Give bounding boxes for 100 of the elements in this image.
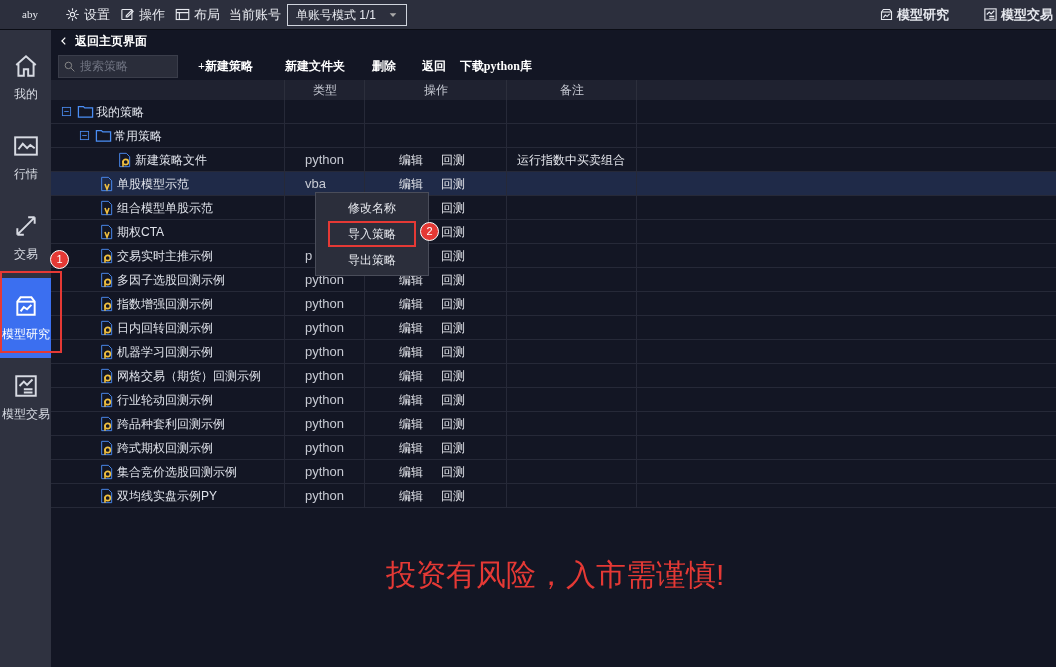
toolbar-button[interactable]: 下载python库 [459,57,532,75]
edit-link[interactable]: 编辑 [399,438,423,457]
type-cell-text: python [305,270,345,289]
type-cell-text: vba [305,174,326,193]
app-name: aby [21,7,39,23]
table-row[interactable]: 集合竞价选股回测示例 python 编辑 回测 [51,460,1056,484]
file-icon [99,486,115,505]
sidebar-item[interactable]: 行情 [0,118,51,198]
menu-button[interactable]: 设置 [60,4,115,25]
toolbar-button[interactable]: 返回 [421,57,446,75]
toolbar-button[interactable]: 删除 [371,57,396,75]
backtest-link[interactable]: 回测 [441,462,465,481]
file-icon [99,198,115,217]
file-icon [99,438,115,457]
backtest-link[interactable]: 回测 [441,294,465,313]
backtest-link[interactable]: 回测 [441,222,465,241]
edit-link[interactable]: 编辑 [399,390,423,409]
file-icon [99,462,115,481]
collapse-toggle[interactable] [59,104,73,119]
strategy-name: 单股模型示范 [117,175,189,193]
file-icon [99,318,115,337]
sidebar-item[interactable]: 我的 [0,38,51,118]
table-row[interactable]: 行业轮动回测示例 python 编辑 回测 [51,388,1056,412]
minus-box-icon [60,106,72,117]
menu-button[interactable]: 布局 [170,4,225,25]
gear-icon [65,7,80,22]
sidebar-item[interactable]: 交易 [0,198,51,278]
file-icon [99,414,115,433]
toolbar-button[interactable]: 新建文件夹 [284,57,345,75]
menu-item[interactable]: 导入策略 [328,221,416,247]
strategy-name: 日内回转回测示例 [117,319,213,337]
backtest-link[interactable]: 回测 [441,366,465,385]
toolbar-button[interactable]: +新建策略 [198,57,253,75]
table-row[interactable]: 跨式期权回测示例 python 编辑 回测 [51,436,1056,460]
backtest-link[interactable]: 回测 [441,438,465,457]
nav-tab[interactable]: 模型研究 [879,4,949,25]
menu-button[interactable]: 操作 [115,4,170,25]
edit-link[interactable]: 编辑 [399,486,423,505]
strategy-name: 我的策略 [96,103,144,121]
backtest-link[interactable]: 回测 [441,174,465,193]
layout-icon [175,7,190,22]
backtest-link[interactable]: 回测 [441,390,465,409]
table-row[interactable]: 单股模型示范 vba 编辑 回测 [51,172,1056,196]
backtest-link[interactable]: 回测 [441,246,465,265]
strategy-name: 期权CTA [117,223,165,241]
account-select[interactable]: 单账号模式 1/1 [287,3,407,26]
chart-list-icon [12,373,39,399]
type-cell-text: python [305,486,345,505]
edit-link[interactable]: 编辑 [399,414,423,433]
sidebar-item[interactable]: 模型交易 [0,358,51,438]
table-row[interactable]: 机器学习回测示例 python 编辑 回测 [51,340,1056,364]
edit-link[interactable]: 编辑 [399,150,423,169]
back-link[interactable]: 返回主页界面 [51,30,147,52]
type-cell-text: python [305,390,345,409]
table-row[interactable]: 日内回转回测示例 python 编辑 回测 [51,316,1056,340]
minus-box-icon [78,130,90,141]
search-input[interactable]: 搜索策略 [80,57,170,75]
type-cell-text: p [305,246,313,265]
strategy-name: 常用策略 [114,127,162,145]
strategy-name: 跨式期权回测示例 [117,439,213,457]
table-row[interactable]: 指数增强回测示例 python 编辑 回测 [51,292,1056,316]
strategy-name: 双均线实盘示例PY [117,487,217,505]
file-icon [99,222,115,241]
strategy-name: 机器学习回测示例 [117,343,213,361]
table-row[interactable]: 跨品种套利回测示例 python 编辑 回测 [51,412,1056,436]
strategy-name: 多因子选股回测示例 [117,271,225,289]
backtest-link[interactable]: 回测 [441,150,465,169]
edit-link[interactable]: 编辑 [399,342,423,361]
table-row[interactable]: 我的策略 [51,100,1056,124]
edit-link[interactable]: 编辑 [399,174,423,193]
menu-item[interactable]: 修改名称 [316,195,428,221]
nav-tab[interactable]: 模型交易 [983,4,1053,25]
chart-list-icon [983,7,998,22]
file-icon [99,246,115,265]
backtest-link[interactable]: 回测 [441,198,465,217]
search-field[interactable]: 搜索策略 [58,54,178,78]
edit-link[interactable]: 编辑 [399,318,423,337]
backtest-link[interactable]: 回测 [441,342,465,361]
collapse-toggle[interactable] [77,128,91,143]
strategy-name: 新建策略文件 [135,151,207,169]
search-icon [63,59,76,73]
table-row[interactable]: 网格交易（期货）回测示例 python 编辑 回测 [51,364,1056,388]
backtest-link[interactable]: 回测 [441,486,465,505]
strategy-name: 集合竞价选股回测示例 [117,463,237,481]
edit-link[interactable]: 编辑 [399,366,423,385]
edit-link[interactable]: 编辑 [399,294,423,313]
backtest-link[interactable]: 回测 [441,318,465,337]
edit-link[interactable]: 编辑 [399,462,423,481]
table-row[interactable]: 常用策略 [51,124,1056,148]
strategy-name: 组合模型单股示范 [117,199,213,217]
backtest-link[interactable]: 回测 [441,270,465,289]
account-label: 当前账号 [229,5,281,24]
type-cell-text: python [305,342,345,361]
file-icon [99,390,115,409]
backtest-link[interactable]: 回测 [441,414,465,433]
column-header: 备注 [559,82,584,99]
strategy-name: 交易实时主推示例 [117,247,213,265]
sidebar-item[interactable]: 模型研究 [0,278,51,358]
column-header: 操作 [423,82,448,99]
table-row[interactable]: 双均线实盘示例PY python 编辑 回测 [51,484,1056,508]
